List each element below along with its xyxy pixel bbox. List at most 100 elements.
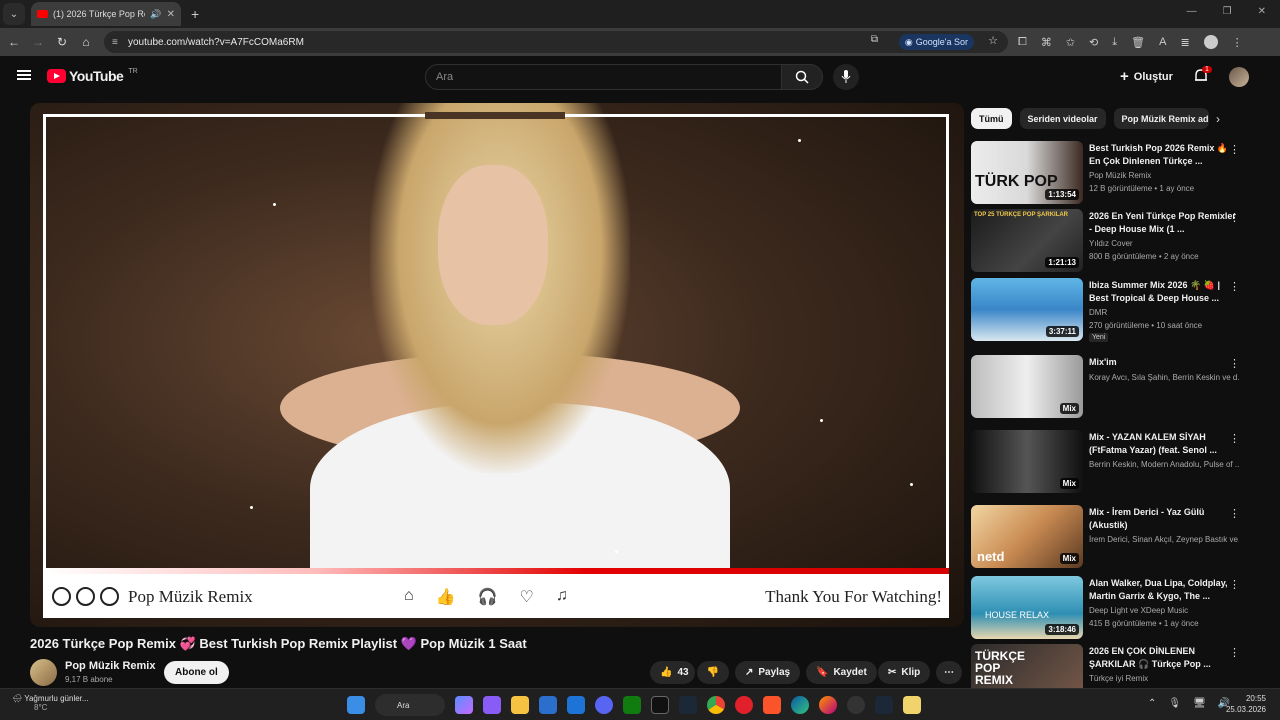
clip-button[interactable]: ✂ Klip (878, 661, 931, 684)
recommendation-item[interactable]: TOP 25 TÜRKÇE POP ŞARKILAR 1:21:13 2026 … (971, 209, 1251, 273)
create-button[interactable]: + Oluştur (1120, 68, 1173, 85)
chevron-up-icon[interactable]: ⌃ (1148, 698, 1156, 709)
video-thumbnail[interactable]: Mix (971, 355, 1083, 418)
github-icon[interactable] (847, 696, 865, 714)
search-input[interactable]: Ara (425, 64, 782, 90)
xbox-icon[interactable] (623, 696, 641, 714)
rec-channel[interactable]: Koray Avcı, Sıla Şahin, Berrin Keskin ve… (1089, 373, 1239, 382)
home-icon[interactable]: ⌂ (74, 35, 98, 49)
browser-tab[interactable]: (1) 2026 Türkçe Pop Remix 🔊 ✕ (31, 2, 181, 26)
rec-title[interactable]: 2026 EN ÇOK DİNLENEN ŞARKILAR 🎧 Türkçe P… (1089, 645, 1239, 671)
rec-channel[interactable]: İrem Derici, Sinan Akçıl, Zeynep Bastık … (1089, 535, 1239, 544)
edge-icon[interactable] (791, 696, 809, 714)
video-thumbnail[interactable]: TOP 25 TÜRKÇE POP ŞARKILAR 1:21:13 (971, 209, 1083, 272)
url-bar[interactable]: ≡ youtube.com/watch?v=A7FcCOMa6RM ◉ Goog… (104, 31, 1008, 53)
recommendation-item[interactable]: Mix Mix'im Koray Avcı, Sıla Şahin, Berri… (971, 355, 1251, 419)
tab-list-icon[interactable]: ≣ (1180, 36, 1189, 49)
recommendation-item[interactable]: Mix Mix - YAZAN KALEM SİYAH (FtFatma Yaz… (971, 430, 1251, 494)
rec-channel[interactable]: Türkçe iyi Remix (1089, 674, 1239, 683)
site-info-icon[interactable]: ≡ (112, 37, 118, 48)
menu-icon[interactable]: ⋮ (1232, 36, 1243, 49)
more-actions-button[interactable]: ⋯ (936, 661, 962, 684)
rec-title[interactable]: Alan Walker, Dua Lipa, Coldplay, Martin … (1089, 577, 1239, 603)
steam-icon[interactable] (679, 696, 697, 714)
reading-list-icon[interactable]: ⌘ (1041, 36, 1052, 49)
search-button[interactable] (781, 64, 823, 90)
favorites-icon[interactable]: ✩ (1066, 36, 1075, 49)
video-thumbnail[interactable]: netd Mix (971, 505, 1083, 568)
rec-channel[interactable]: Pop Müzik Remix (1089, 171, 1239, 180)
rec-channel[interactable]: Berrin Keskin, Modern Anadolu, Pulse of … (1089, 460, 1239, 469)
microphone-tray-icon[interactable]: 🎙 (1168, 698, 1181, 709)
video-player[interactable]: Pop Müzik Remix ⌂ 👍 🎧 ♡ ♫ Thank You For … (30, 103, 964, 627)
chip-series[interactable]: Seriden videolar (1019, 108, 1106, 129)
video-thumbnail[interactable]: TÜRKÇE POP REMIX (971, 644, 1083, 688)
rec-title[interactable]: Ibiza Summer Mix 2026 🌴 🍓 | Best Tropica… (1089, 279, 1239, 305)
chip-channel[interactable]: Pop Müzik Remix adl (1113, 108, 1209, 129)
back-icon[interactable]: ← (2, 35, 26, 49)
translate-icon[interactable]: A (1159, 36, 1166, 48)
speaker-icon[interactable]: 🔊 (150, 9, 161, 20)
rec-title[interactable]: Mix - YAZAN KALEM SİYAH (FtFatma Yazar) … (1089, 431, 1239, 457)
video-thumbnail[interactable]: TÜRK POP 1:13:54 (971, 141, 1083, 204)
channel-avatar[interactable] (30, 659, 57, 686)
rec-channel[interactable]: Deep Light ve XDeep Music (1089, 606, 1239, 615)
dislike-button[interactable]: 👎 (697, 661, 729, 684)
chip-all[interactable]: Tümü (971, 108, 1012, 129)
delete-icon[interactable]: 🗑 (1131, 36, 1145, 49)
reload-icon[interactable]: ↻ (50, 35, 74, 49)
kebab-menu-icon[interactable]: ⋮ (1229, 507, 1240, 520)
outlook-icon[interactable] (567, 696, 585, 714)
store-icon[interactable] (539, 696, 557, 714)
kebab-menu-icon[interactable]: ⋮ (1229, 280, 1240, 293)
windows-start-icon[interactable] (347, 696, 365, 714)
app-icon[interactable] (483, 696, 501, 714)
hamburger-menu-icon[interactable] (17, 70, 31, 80)
google-sor-button[interactable]: ◉ Google'a Sor (898, 34, 974, 50)
close-window-icon[interactable]: ✕ (1258, 6, 1266, 17)
brave-icon[interactable] (763, 696, 781, 714)
opera-icon[interactable] (735, 696, 753, 714)
bookmark-star-icon[interactable]: ☆ (988, 34, 998, 47)
rec-title[interactable]: 2026 En Yeni Türkçe Pop Remixler - Deep … (1089, 210, 1239, 236)
weather-widget[interactable]: 🌧 Yağmurlu günler... 8°C (12, 694, 89, 712)
youtube-logo[interactable]: YouTube TR (47, 68, 138, 84)
cast-icon[interactable]: ⧉ (871, 34, 878, 45)
recommendation-item[interactable]: netd Mix Mix - İrem Derici - Yaz Gülü (A… (971, 505, 1251, 569)
kebab-menu-icon[interactable]: ⋮ (1229, 646, 1240, 659)
tab-search-button[interactable]: ⌄ (3, 3, 25, 25)
kebab-menu-icon[interactable]: ⋮ (1229, 357, 1240, 370)
extensions-icon[interactable]: ⧠ (1018, 36, 1027, 49)
kebab-menu-icon[interactable]: ⋮ (1229, 143, 1240, 156)
save-button[interactable]: 🔖 Kaydet (806, 661, 877, 684)
recommendation-item[interactable]: TÜRK POP 1:13:54 Best Turkish Pop 2026 R… (971, 141, 1251, 205)
channel-name[interactable]: Pop Müzik Remix (65, 660, 155, 672)
history-icon[interactable]: ⟲ (1089, 36, 1098, 49)
rec-channel[interactable]: DMR (1089, 308, 1239, 317)
steam-app-icon[interactable] (875, 696, 893, 714)
recommendation-item[interactable]: 3:37:11 Ibiza Summer Mix 2026 🌴 🍓 | Best… (971, 278, 1251, 342)
restore-icon[interactable]: ❐ (1223, 6, 1232, 17)
share-button[interactable]: ↗ Paylaş (735, 661, 801, 684)
clock[interactable]: 20:55 25.03.2026 (1226, 693, 1266, 715)
kebab-menu-icon[interactable]: ⋮ (1229, 432, 1240, 445)
epic-games-icon[interactable] (651, 696, 669, 714)
download-icon[interactable]: ⤓ (1112, 36, 1117, 49)
new-tab-button[interactable]: + (191, 6, 199, 22)
chrome-icon[interactable] (707, 696, 725, 714)
subscribe-button[interactable]: Abone ol (164, 661, 229, 684)
voice-search-button[interactable] (833, 64, 859, 90)
rec-title[interactable]: Mix - İrem Derici - Yaz Gülü (Akustik) (1089, 506, 1239, 532)
profile-icon[interactable] (1203, 35, 1218, 49)
taskbar-search[interactable]: Ara (375, 694, 445, 716)
rec-title[interactable]: Best Turkish Pop 2026 Remix 🔥 En Çok Din… (1089, 142, 1239, 168)
video-thumbnail[interactable]: Mix (971, 430, 1083, 493)
tab-close-icon[interactable]: ✕ (167, 9, 175, 20)
video-thumbnail[interactable]: 3:37:11 (971, 278, 1083, 341)
recommendation-item[interactable]: HOUSE RELAX 3:18:46 Alan Walker, Dua Lip… (971, 576, 1251, 640)
firefox-icon[interactable] (819, 696, 837, 714)
discord-icon[interactable] (595, 696, 613, 714)
app-icon[interactable] (903, 696, 921, 714)
chevron-right-icon[interactable]: › (1216, 112, 1220, 126)
recommendation-item[interactable]: TÜRKÇE POP REMIX 2026 EN ÇOK DİNLENEN ŞA… (971, 644, 1251, 688)
